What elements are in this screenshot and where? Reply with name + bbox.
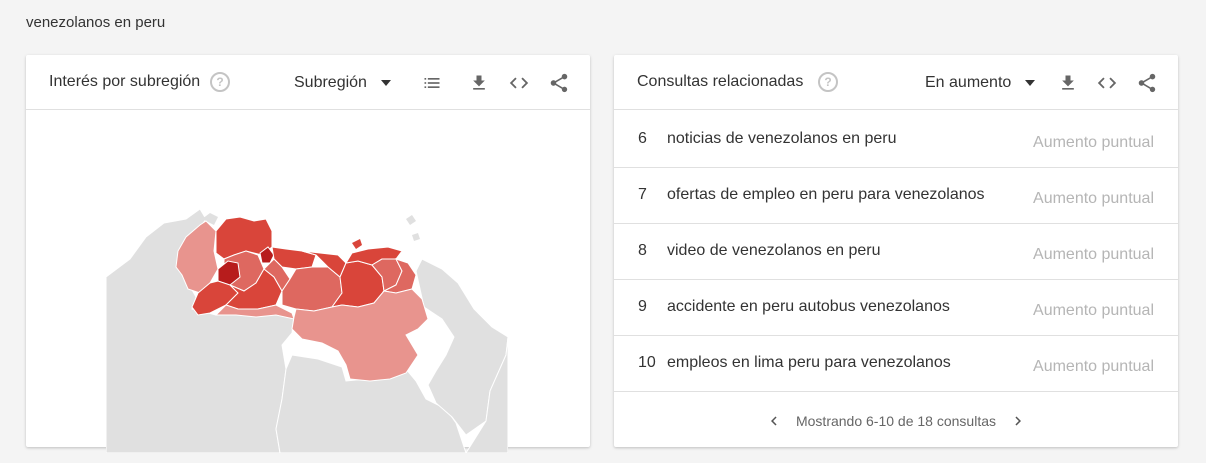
query-rank: 8	[638, 242, 647, 259]
embed-icon[interactable]	[1096, 72, 1118, 94]
query-row[interactable]: 9 accidente en peru autobus venezolanos …	[614, 280, 1178, 336]
chevron-right-icon[interactable]	[1008, 411, 1028, 431]
query-value: Aumento puntual	[1033, 134, 1154, 151]
embed-icon[interactable]	[508, 72, 530, 94]
card-title: Interés por subregión	[49, 73, 201, 90]
card-title: Consultas relacionadas	[637, 73, 804, 90]
query-text[interactable]: noticias de venezolanos en peru	[667, 130, 897, 148]
map-region-nueva-esparta[interactable]	[352, 239, 362, 249]
download-icon[interactable]	[468, 72, 490, 94]
pagination-text: Mostrando 6-10 de 18 consultas	[795, 413, 996, 429]
download-icon[interactable]	[1057, 72, 1079, 94]
page-title: venezolanos en peru	[26, 14, 166, 31]
help-icon[interactable]: ?	[818, 72, 838, 92]
venezuela-subregion-map[interactable]	[106, 159, 508, 453]
related-queries-card: Consultas relacionadas ? En aumento 6 no…	[614, 55, 1178, 447]
query-rank: 9	[638, 298, 647, 315]
row-divider	[614, 391, 1178, 392]
query-text[interactable]: video de venezolanos en peru	[667, 242, 881, 260]
query-rank: 10	[638, 354, 656, 371]
share-icon[interactable]	[548, 72, 570, 94]
subregion-dropdown[interactable]: Subregión	[294, 74, 391, 92]
pagination: Mostrando 6-10 de 18 consultas	[614, 411, 1178, 431]
query-rank: 6	[638, 130, 647, 147]
caret-down-icon	[1025, 80, 1036, 86]
map-region-guarico[interactable]	[281, 266, 343, 312]
query-text[interactable]: accidente en peru autobus venezolanos	[667, 298, 950, 316]
rising-dropdown[interactable]: En aumento	[925, 74, 1036, 92]
query-value: Aumento puntual	[1033, 358, 1154, 375]
query-row[interactable]: 6 noticias de venezolanos en peru Aument…	[614, 112, 1178, 168]
caret-down-icon	[380, 80, 391, 86]
card-header: Interés por subregión ? Subregión	[26, 55, 590, 110]
query-value: Aumento puntual	[1033, 302, 1154, 319]
query-value: Aumento puntual	[1033, 190, 1154, 207]
query-row[interactable]: 10 empleos en lima peru para venezolanos…	[614, 336, 1178, 392]
help-icon[interactable]: ?	[210, 72, 230, 92]
share-icon[interactable]	[1136, 72, 1158, 94]
rising-dropdown-label: En aumento	[925, 74, 1012, 91]
query-text[interactable]: empleos en lima peru para venezolanos	[667, 354, 951, 372]
interest-by-subregion-card: Interés por subregión ? Subregión	[26, 55, 590, 453]
card-header: Consultas relacionadas ? En aumento	[614, 55, 1178, 110]
list-icon[interactable]	[421, 72, 443, 94]
query-value: Aumento puntual	[1033, 246, 1154, 263]
subregion-dropdown-label: Subregión	[294, 74, 367, 91]
chevron-left-icon[interactable]	[764, 411, 784, 431]
query-row[interactable]: 7 ofertas de empleo en peru para venezol…	[614, 168, 1178, 224]
query-rank: 7	[638, 186, 647, 203]
query-row[interactable]: 8 video de venezolanos en peru Aumento p…	[614, 224, 1178, 280]
query-text[interactable]: ofertas de empleo en peru para venezolan…	[667, 186, 985, 204]
